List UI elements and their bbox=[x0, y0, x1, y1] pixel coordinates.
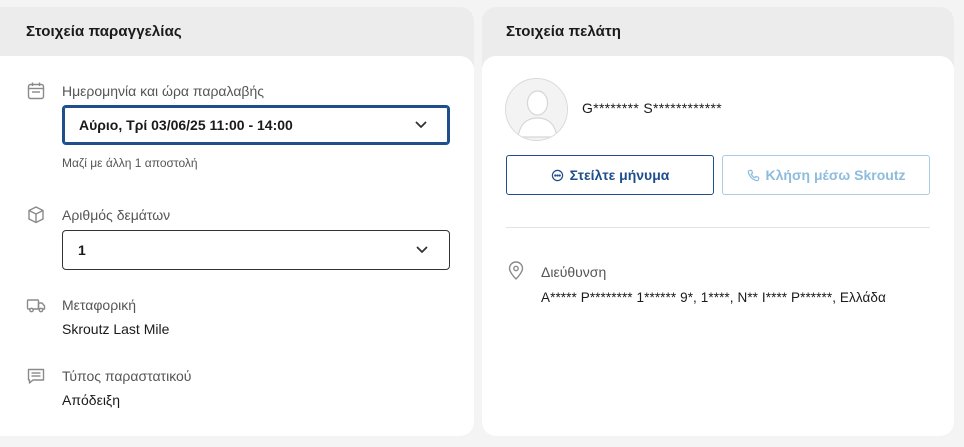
carrier-value: Skroutz Last Mile bbox=[62, 321, 170, 337]
receipt-icon bbox=[26, 366, 46, 386]
user-avatar-icon bbox=[505, 78, 568, 141]
divider bbox=[506, 227, 930, 228]
parcels-selected-value: 1 bbox=[78, 242, 86, 258]
send-message-label: Στείλτε μήνυμα bbox=[569, 167, 670, 183]
chevron-down-icon bbox=[414, 118, 428, 132]
parcels-select[interactable]: 1 bbox=[62, 230, 450, 270]
document-type-value: Απόδειξη bbox=[62, 392, 120, 408]
parcels-label: Αριθμός δεμάτων bbox=[62, 207, 171, 223]
call-via-skroutz-button[interactable]: Κλήση μέσω Skroutz bbox=[722, 155, 930, 195]
location-pin-icon bbox=[506, 261, 526, 281]
order-details-body: Ημερομηνία και ώρα παραλαβής Αύριο, Τρί … bbox=[0, 56, 474, 436]
box-icon bbox=[26, 205, 46, 225]
calendar-icon bbox=[26, 81, 46, 101]
document-type-label: Τύπος παραστατικού bbox=[62, 368, 192, 384]
address-value: A***** P******** 1****** 9*, 1****, N** … bbox=[541, 290, 886, 305]
customer-details-body: G******** S************ Στείλτε μήνυμα Κ… bbox=[482, 56, 954, 436]
chat-bubble-icon bbox=[551, 169, 564, 182]
pickup-date-selected-value: Αύριο, Τρί 03/06/25 11:00 - 14:00 bbox=[79, 117, 293, 133]
phone-icon bbox=[747, 169, 760, 182]
customer-details-panel: Στοιχεία πελάτη G******** S************ … bbox=[482, 7, 954, 436]
order-details-panel: Στοιχεία παραγγελίας Ημερομηνία και ώρα … bbox=[0, 7, 474, 436]
send-message-button[interactable]: Στείλτε μήνυμα bbox=[506, 155, 714, 195]
address-label: Διεύθυνση bbox=[541, 264, 607, 280]
pickup-date-label: Ημερομηνία και ώρα παραλαβής bbox=[62, 83, 264, 99]
carrier-label: Μεταφορική bbox=[62, 297, 137, 313]
order-details-title: Στοιχεία παραγγελίας bbox=[26, 23, 182, 40]
chevron-down-icon bbox=[415, 243, 429, 257]
truck-icon bbox=[26, 295, 46, 315]
pickup-date-select[interactable]: Αύριο, Τρί 03/06/25 11:00 - 14:00 bbox=[62, 105, 450, 145]
customer-name: G******** S************ bbox=[582, 100, 722, 116]
pickup-hint: Μαζί με άλλη 1 αποστολή bbox=[62, 156, 198, 170]
call-via-skroutz-label: Κλήση μέσω Skroutz bbox=[765, 167, 906, 183]
customer-details-title: Στοιχεία πελάτη bbox=[506, 23, 622, 40]
